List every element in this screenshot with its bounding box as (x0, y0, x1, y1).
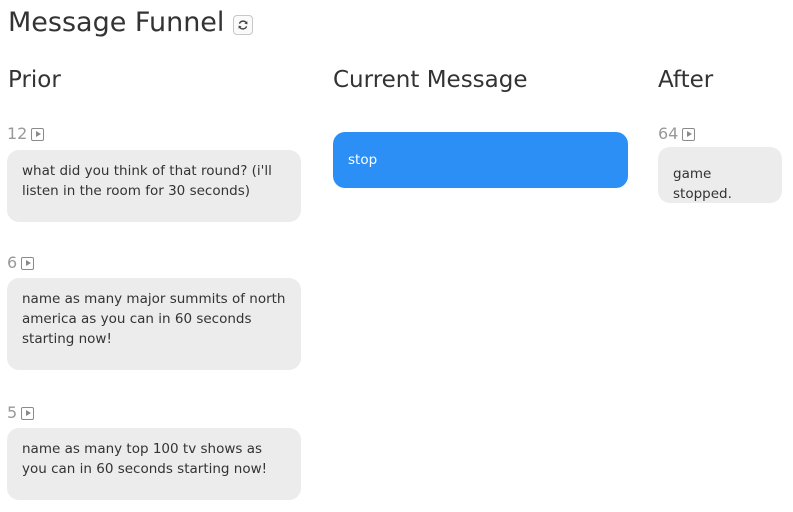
current-message-bubble: stop (333, 132, 628, 188)
column-header-after: After (658, 67, 714, 93)
message-text: game stopped. (673, 166, 732, 202)
message-count: 12 (7, 124, 28, 143)
page-title: Message Funnel (8, 7, 225, 38)
refresh-button[interactable] (233, 15, 254, 35)
message-text: stop (348, 152, 378, 168)
column-header-prior: Prior (8, 67, 61, 93)
play-icon[interactable] (682, 127, 696, 141)
refresh-icon (239, 20, 248, 30)
prior-message-count-row: 6 (7, 253, 35, 273)
message-count: 5 (7, 403, 18, 422)
play-icon[interactable] (21, 256, 35, 270)
message-text: name as many top 100 tv shows as you can… (22, 441, 268, 477)
message-count: 6 (7, 253, 18, 272)
play-icon[interactable] (31, 127, 45, 141)
column-header-current: Current Message (333, 67, 528, 93)
prior-message-bubble: name as many top 100 tv shows as you can… (7, 428, 301, 500)
message-text: name as many major summits of north amer… (22, 291, 286, 347)
message-text: what did you think of that round? (i'll … (22, 163, 272, 199)
after-message-bubble: game stopped. (658, 147, 782, 203)
prior-message-count-row: 5 (7, 403, 35, 423)
title-row: Message Funnel (8, 4, 254, 42)
prior-message-count-row: 12 (7, 124, 45, 144)
play-icon[interactable] (21, 406, 35, 420)
after-message-count-row: 64 (658, 124, 696, 144)
prior-message-bubble: what did you think of that round? (i'll … (7, 150, 301, 222)
message-count: 64 (658, 124, 679, 143)
prior-message-bubble: name as many major summits of north amer… (7, 278, 301, 370)
